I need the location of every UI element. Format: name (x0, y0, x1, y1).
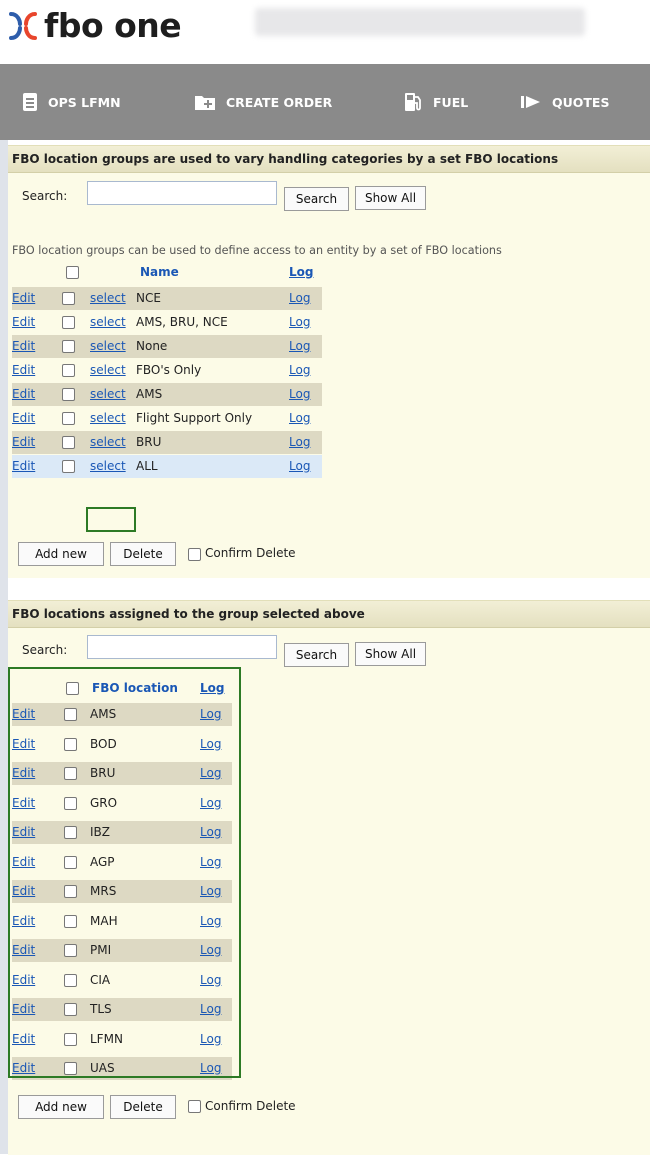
nav-ops-lfmn[interactable]: OPS LFMN (22, 64, 121, 140)
select-link[interactable]: select (90, 407, 126, 430)
folder-plus-icon (195, 96, 215, 110)
row-checkbox[interactable] (62, 364, 75, 377)
groups-hint-text: FBO location groups can be used to defin… (12, 244, 502, 257)
row-checkbox[interactable] (62, 436, 75, 449)
fbo-one-logo-icon (9, 11, 37, 40)
table-row: Edit select BRU Log (12, 431, 322, 454)
locations-search-button[interactable]: Search (284, 643, 349, 667)
table-row: Edit select AMS Log (12, 383, 322, 406)
log-link[interactable]: Log (289, 455, 310, 478)
nav-label: QUOTES (552, 94, 610, 110)
log-link[interactable]: Log (289, 311, 310, 334)
locations-search-label: Search: (22, 643, 68, 657)
log-link[interactable]: Log (289, 407, 310, 430)
locations-add-new-button[interactable]: Add new (18, 1095, 104, 1119)
nav-label: OPS LFMN (48, 94, 121, 110)
select-link[interactable]: select (90, 431, 126, 454)
edit-link[interactable]: Edit (12, 407, 35, 430)
groups-confirm-delete-label: Confirm Delete (205, 546, 296, 560)
groups-table-header: Name Log (12, 261, 322, 284)
row-checkbox[interactable] (62, 388, 75, 401)
nav-create-order[interactable]: CREATE ORDER (194, 64, 332, 140)
row-checkbox[interactable] (62, 316, 75, 329)
edit-link[interactable]: Edit (12, 383, 35, 406)
groups-search-button[interactable]: Search (284, 187, 349, 211)
edit-link[interactable]: Edit (12, 455, 35, 478)
table-row: Edit select FBO's Only Log (12, 359, 322, 382)
group-name: Flight Support Only (136, 411, 253, 425)
group-name: NCE (136, 291, 161, 305)
col-name-header[interactable]: Name (140, 261, 179, 284)
left-edge-strip (0, 140, 8, 1154)
log-link[interactable]: Log (289, 383, 310, 406)
group-name: None (136, 339, 168, 353)
nav-fuel[interactable]: FUEL (403, 64, 468, 140)
select-link[interactable]: select (90, 383, 126, 406)
table-row: Edit select None Log (12, 335, 322, 358)
quotes-icon (521, 96, 540, 108)
main-navbar: OPS LFMN CREATE ORDER FUEL QUOTES (0, 64, 650, 140)
row-checkbox[interactable] (62, 460, 75, 473)
groups-confirm-delete-checkbox[interactable] (188, 548, 201, 561)
select-link[interactable]: select (90, 359, 126, 382)
logo-text: fbo one (44, 6, 182, 45)
group-name: ALL (136, 459, 158, 473)
locations-show-all-button[interactable]: Show All (355, 642, 426, 666)
select-link[interactable]: select (90, 455, 126, 478)
nav-label: FUEL (433, 94, 469, 110)
locations-search-input[interactable] (87, 635, 277, 659)
edit-link[interactable]: Edit (12, 359, 35, 382)
app-header: fbo one (0, 0, 650, 64)
fuel-pump-icon (405, 93, 421, 111)
col-log-header[interactable]: Log (289, 261, 313, 284)
log-link[interactable]: Log (289, 431, 310, 454)
group-name: AMS (136, 387, 163, 401)
table-row: Edit select NCE Log (12, 287, 322, 310)
group-name: FBO's Only (136, 363, 202, 377)
log-link[interactable]: Log (289, 359, 310, 382)
table-row: Edit select AMS, BRU, NCE Log (12, 311, 322, 334)
log-link[interactable]: Log (289, 335, 310, 358)
select-link[interactable]: select (90, 335, 126, 358)
locations-confirm-delete-label: Confirm Delete (205, 1099, 296, 1113)
locations-table-highlight-box (8, 667, 241, 1078)
locations-confirm-delete-checkbox[interactable] (188, 1100, 201, 1113)
table-row: Edit select ALL Log (12, 455, 322, 478)
edit-link[interactable]: Edit (12, 431, 35, 454)
locations-panel-title: FBO locations assigned to the group sele… (8, 601, 650, 628)
group-name: BRU (136, 435, 162, 449)
nav-quotes[interactable]: QUOTES (520, 64, 609, 140)
select-link[interactable]: select (90, 287, 126, 310)
select-highlight-box (86, 507, 136, 532)
groups-delete-button[interactable]: Delete (110, 542, 176, 566)
groups-add-new-button[interactable]: Add new (18, 542, 104, 566)
groups-search-label: Search: (22, 189, 68, 203)
row-checkbox[interactable] (62, 292, 75, 305)
blurred-user-info (255, 8, 585, 36)
document-icon (23, 93, 37, 111)
nav-label: CREATE ORDER (226, 94, 333, 110)
select-link[interactable]: select (90, 311, 126, 334)
table-row: Edit select Flight Support Only Log (12, 407, 322, 430)
edit-link[interactable]: Edit (12, 311, 35, 334)
locations-delete-button[interactable]: Delete (110, 1095, 176, 1119)
groups-search-input[interactable] (87, 181, 277, 205)
log-link[interactable]: Log (289, 287, 310, 310)
edit-link[interactable]: Edit (12, 287, 35, 310)
row-checkbox[interactable] (62, 412, 75, 425)
groups-panel-title: FBO location groups are used to vary han… (8, 146, 650, 173)
row-checkbox[interactable] (62, 340, 75, 353)
logo[interactable]: fbo one (8, 6, 182, 45)
select-all-checkbox[interactable] (66, 266, 79, 279)
edit-link[interactable]: Edit (12, 335, 35, 358)
group-name: AMS, BRU, NCE (136, 315, 228, 329)
groups-show-all-button[interactable]: Show All (355, 186, 426, 210)
